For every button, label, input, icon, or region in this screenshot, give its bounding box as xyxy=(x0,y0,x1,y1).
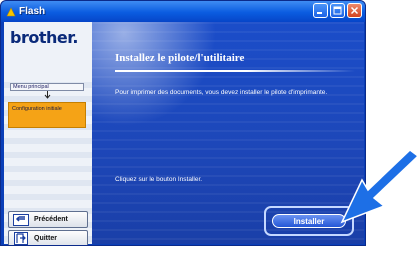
window-controls xyxy=(313,3,362,18)
quit-button-label: Quitter xyxy=(34,235,57,242)
previous-button[interactable]: Précédent xyxy=(8,211,88,228)
close-button[interactable] xyxy=(347,3,362,18)
previous-button-label: Précédent xyxy=(34,216,68,223)
maximize-button[interactable] xyxy=(330,3,345,18)
main-panel: Installez le pilote/l'utilitaire Pour im… xyxy=(92,22,364,244)
page-heading: Installez le pilote/l'utilitaire xyxy=(115,52,245,64)
title-bar[interactable]: Flash xyxy=(1,1,365,22)
quit-button[interactable]: Quitter xyxy=(8,230,88,245)
instruction-text: Cliquez sur le bouton Installer. xyxy=(115,176,203,183)
brother-logo: brother. xyxy=(10,28,78,47)
window-title: Flash xyxy=(19,6,46,17)
close-icon xyxy=(350,6,359,15)
callout-arrow-icon xyxy=(340,150,420,224)
minimize-button[interactable] xyxy=(313,3,328,18)
install-button[interactable]: Installer xyxy=(272,214,346,228)
exit-icon xyxy=(13,232,29,245)
maximize-icon xyxy=(333,6,342,15)
description-text: Pour imprimer des documents, vous devez … xyxy=(115,89,328,96)
heading-divider xyxy=(115,70,355,72)
flash-app-icon xyxy=(5,6,16,17)
minimize-icon xyxy=(317,12,322,14)
down-arrow-icon xyxy=(44,91,51,102)
application-window: Flash brother. Menu principal Configurat… xyxy=(0,0,366,246)
back-arrow-icon xyxy=(13,213,29,226)
sidebar: brother. Menu principal Configuration in… xyxy=(4,22,92,245)
current-step-configuration: Configuration initiale xyxy=(8,102,86,128)
menu-principal-link[interactable]: Menu principal xyxy=(10,83,84,91)
